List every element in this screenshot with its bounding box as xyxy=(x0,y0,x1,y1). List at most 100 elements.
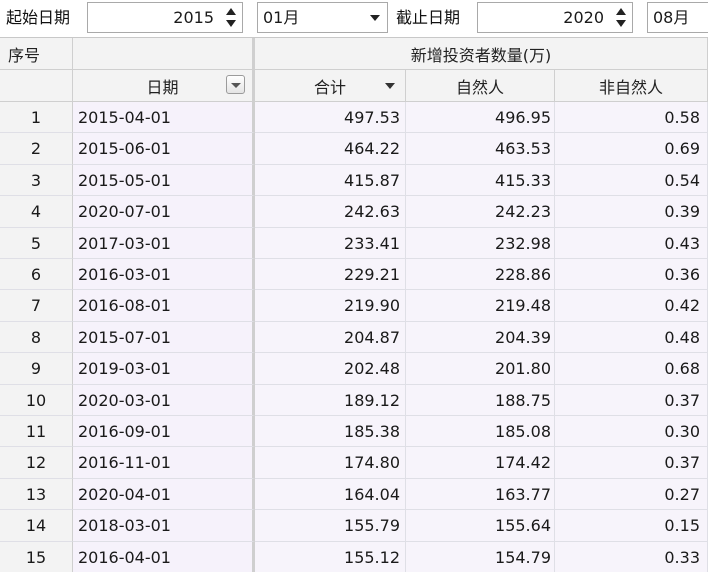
spinner-arrows-icon[interactable] xyxy=(224,6,238,30)
date-cell[interactable]: 2015-04-01 xyxy=(73,102,255,134)
spin-down-icon[interactable] xyxy=(616,20,626,27)
non-natural-person-cell[interactable]: 0.68 xyxy=(555,353,708,385)
table-row[interactable]: 5 2017-03-01 233.41 232.98 0.43 xyxy=(0,227,708,259)
natural-person-cell[interactable]: 185.08 xyxy=(406,416,555,448)
end-year-spinner[interactable]: 2020 xyxy=(477,2,633,33)
non-natural-person-cell[interactable]: 0.54 xyxy=(555,164,708,197)
natural-person-cell[interactable]: 463.53 xyxy=(406,133,555,165)
non-natural-person-cell[interactable]: 0.39 xyxy=(555,196,708,228)
table-row[interactable]: 3 2015-05-01 415.87 415.33 0.54 xyxy=(0,164,708,197)
date-cell[interactable]: 2015-06-01 xyxy=(73,133,255,165)
end-month-select[interactable]: 08月 xyxy=(647,2,708,33)
table-row[interactable]: 10 2020-03-01 189.12 188.75 0.37 xyxy=(0,384,708,416)
index-column-header[interactable]: 序号 xyxy=(0,38,73,70)
non-natural-person-cell[interactable]: 0.48 xyxy=(555,321,708,354)
spin-down-icon[interactable] xyxy=(226,20,236,27)
non-natural-person-cell[interactable]: 0.69 xyxy=(555,133,708,165)
table-row[interactable]: 1 2015-04-01 497.53 496.95 0.58 xyxy=(0,102,708,134)
table-row[interactable]: 9 2019-03-01 202.48 201.80 0.68 xyxy=(0,353,708,385)
natural-person-cell[interactable]: 163.77 xyxy=(406,478,555,511)
total-cell[interactable]: 174.80 xyxy=(255,447,406,479)
table-row[interactable]: 14 2018-03-01 155.79 155.64 0.15 xyxy=(0,510,708,542)
date-cell[interactable]: 2020-03-01 xyxy=(73,384,255,416)
non-natural-person-cell[interactable]: 0.37 xyxy=(555,447,708,479)
total-cell[interactable]: 219.90 xyxy=(255,290,406,322)
start-year-spinner[interactable]: 2015 xyxy=(87,2,243,33)
non-natural-person-cell[interactable]: 0.30 xyxy=(555,416,708,448)
natural-person-cell[interactable]: 415.33 xyxy=(406,164,555,197)
date-cell[interactable]: 2016-03-01 xyxy=(73,259,255,291)
dropdown-caret-icon[interactable] xyxy=(370,15,380,21)
date-cell[interactable]: 2017-03-01 xyxy=(73,227,255,259)
table-row[interactable]: 12 2016-11-01 174.80 174.42 0.37 xyxy=(0,447,708,479)
band-header-label: 新增投资者数量(万) xyxy=(410,45,552,65)
date-cell[interactable]: 2016-09-01 xyxy=(73,416,255,448)
start-month-select[interactable]: 01月 xyxy=(257,2,388,33)
date-cell[interactable]: 2016-08-01 xyxy=(73,290,255,322)
natural-person-cell[interactable]: 204.39 xyxy=(406,321,555,354)
table-row[interactable]: 2 2015-06-01 464.22 463.53 0.69 xyxy=(0,133,708,165)
natural-person-cell[interactable]: 188.75 xyxy=(406,384,555,416)
total-cell[interactable]: 155.12 xyxy=(255,541,406,572)
natural-person-cell[interactable]: 232.98 xyxy=(406,227,555,259)
table-row[interactable]: 13 2020-04-01 164.04 163.77 0.27 xyxy=(0,478,708,511)
total-cell[interactable]: 229.21 xyxy=(255,259,406,291)
non-natural-person-cell[interactable]: 0.37 xyxy=(555,384,708,416)
table-row[interactable]: 11 2016-09-01 185.38 185.08 0.30 xyxy=(0,416,708,448)
date-cell[interactable]: 2020-04-01 xyxy=(73,478,255,511)
natural-person-cell[interactable]: 174.42 xyxy=(406,447,555,479)
total-cell[interactable]: 204.87 xyxy=(255,321,406,354)
non-natural-person-cell[interactable]: 0.27 xyxy=(555,478,708,511)
total-cell[interactable]: 242.63 xyxy=(255,196,406,228)
total-cell[interactable]: 185.38 xyxy=(255,416,406,448)
total-cell[interactable]: 189.12 xyxy=(255,384,406,416)
date-cell[interactable]: 2016-04-01 xyxy=(73,541,255,572)
spin-up-icon[interactable] xyxy=(616,8,626,15)
table-row[interactable]: 7 2016-08-01 219.90 219.48 0.42 xyxy=(0,290,708,322)
start-month-value[interactable]: 01月 xyxy=(263,3,299,32)
date-cell[interactable]: 2016-11-01 xyxy=(73,447,255,479)
date-cell[interactable]: 2015-05-01 xyxy=(73,164,255,197)
date-cell[interactable]: 2019-03-01 xyxy=(73,353,255,385)
natural-person-cell[interactable]: 155.64 xyxy=(406,510,555,542)
total-cell[interactable]: 164.04 xyxy=(255,478,406,511)
date-cell[interactable]: 2018-03-01 xyxy=(73,510,255,542)
table-row[interactable]: 8 2015-07-01 204.87 204.39 0.48 xyxy=(0,321,708,354)
non-natural-person-cell[interactable]: 0.36 xyxy=(555,259,708,291)
total-cell[interactable]: 497.53 xyxy=(255,102,406,134)
natural-person-cell[interactable]: 242.23 xyxy=(406,196,555,228)
total-cell[interactable]: 464.22 xyxy=(255,133,406,165)
table-row[interactable]: 6 2016-03-01 229.21 228.86 0.36 xyxy=(0,259,708,291)
natural-person-cell[interactable]: 496.95 xyxy=(406,102,555,134)
total-cell[interactable]: 415.87 xyxy=(255,164,406,197)
end-month-value[interactable]: 08月 xyxy=(653,3,689,32)
sort-descending-icon[interactable] xyxy=(385,83,395,89)
index-header-label: 序号 xyxy=(8,45,41,65)
table-row[interactable]: 15 2016-04-01 155.12 154.79 0.33 xyxy=(0,541,708,572)
start-year-value[interactable]: 2015 xyxy=(173,3,214,32)
natural-column-header[interactable]: 自然人 xyxy=(406,70,555,102)
non-natural-person-cell[interactable]: 0.15 xyxy=(555,510,708,542)
non-natural-person-cell[interactable]: 0.43 xyxy=(555,227,708,259)
total-cell[interactable]: 233.41 xyxy=(255,227,406,259)
date-cell[interactable]: 2020-07-01 xyxy=(73,196,255,228)
non-natural-person-cell[interactable]: 0.58 xyxy=(555,102,708,134)
non-natural-person-cell[interactable]: 0.42 xyxy=(555,290,708,322)
non-natural-column-header[interactable]: 非自然人 xyxy=(555,70,708,102)
spin-up-icon[interactable] xyxy=(226,8,236,15)
spinner-arrows-icon[interactable] xyxy=(614,6,628,30)
natural-person-cell[interactable]: 154.79 xyxy=(406,541,555,572)
total-column-header[interactable]: 合计 xyxy=(255,70,406,102)
date-column-header[interactable]: 日期 xyxy=(73,70,255,102)
total-cell[interactable]: 202.48 xyxy=(255,353,406,385)
non-natural-person-cell[interactable]: 0.33 xyxy=(555,541,708,572)
end-year-value[interactable]: 2020 xyxy=(563,3,604,32)
row-index-cell: 3 xyxy=(0,164,73,197)
date-cell[interactable]: 2015-07-01 xyxy=(73,321,255,354)
natural-person-cell[interactable]: 201.80 xyxy=(406,353,555,385)
total-cell[interactable]: 155.79 xyxy=(255,510,406,542)
table-row[interactable]: 4 2020-07-01 242.63 242.23 0.39 xyxy=(0,196,708,228)
filter-dropdown-icon[interactable] xyxy=(226,75,245,94)
natural-person-cell[interactable]: 219.48 xyxy=(406,290,555,322)
natural-person-cell[interactable]: 228.86 xyxy=(406,259,555,291)
